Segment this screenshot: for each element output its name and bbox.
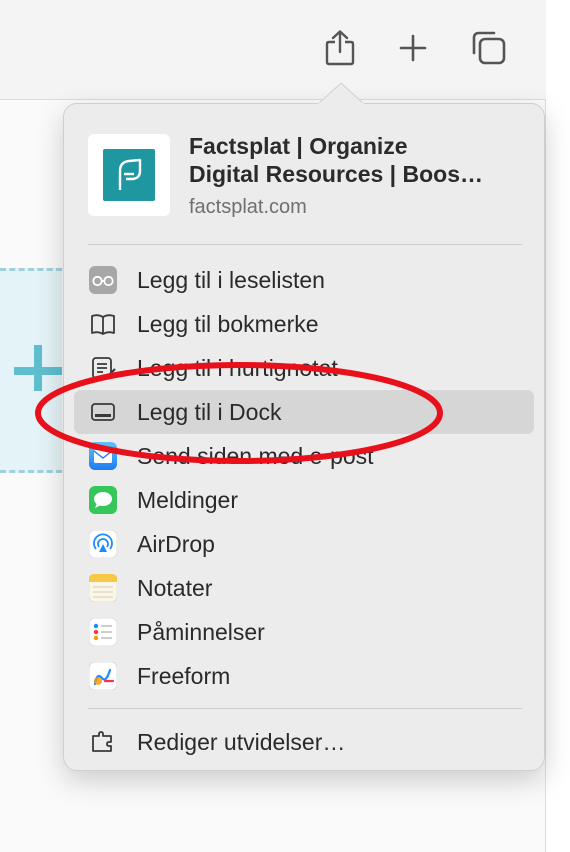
page-title: Factsplat | Organize Digital Resources |…: [189, 132, 529, 188]
divider: [88, 244, 522, 245]
menu-item-label: Send siden med e-post: [137, 443, 374, 469]
menu-item-add-to-dock[interactable]: Legg til i Dock: [74, 390, 534, 434]
quick-note-icon: [89, 354, 117, 382]
menu-item-edit-extensions[interactable]: Rediger utvidelser…: [74, 720, 534, 764]
site-favicon: [88, 134, 170, 216]
page-title-line2: Digital Resources | Boos…: [189, 161, 484, 187]
freeform-icon: [88, 661, 118, 691]
glasses-icon: [89, 266, 117, 294]
menu-item-freeform[interactable]: Freeform: [74, 654, 534, 698]
share-button[interactable]: [320, 28, 360, 68]
menu-item-messages[interactable]: Meldinger: [74, 478, 534, 522]
mail-icon: [89, 442, 117, 470]
menu-item-notes[interactable]: Notater: [74, 566, 534, 610]
share-header: Factsplat | Organize Digital Resources |…: [88, 132, 529, 218]
menu-item-label: Notater: [137, 575, 213, 601]
plus-icon: [14, 345, 62, 391]
menu-item-airdrop[interactable]: AirDrop: [74, 522, 534, 566]
browser-toolbar: [0, 0, 546, 100]
page-title-line1: Factsplat | Organize: [189, 133, 408, 159]
tab-overview-button[interactable]: [469, 28, 509, 68]
share-icon: [325, 30, 355, 66]
notes-icon: [88, 573, 118, 603]
airdrop-icon: [88, 529, 118, 559]
share-menu: Factsplat | Organize Digital Resources |…: [63, 103, 545, 771]
menu-item-label: Påminnelser: [137, 619, 265, 645]
menu-item-quick-note[interactable]: Legg til i hurtignotat: [74, 346, 534, 390]
menu-item-label: Legg til i leselisten: [137, 267, 325, 293]
menu-item-label: Freeform: [137, 663, 231, 689]
dock-icon: [89, 398, 117, 426]
divider: [88, 708, 522, 709]
new-tab-button[interactable]: [393, 28, 433, 68]
page-url: factsplat.com: [189, 196, 307, 218]
menu-item-label: Meldinger: [137, 487, 238, 513]
menu-item-label: AirDrop: [137, 531, 215, 557]
book-icon: [89, 310, 117, 338]
menu-item-label: Legg til i Dock: [137, 399, 282, 425]
add-favorite-tile[interactable]: [0, 268, 62, 473]
menu-item-label: Legg til i hurtignotat: [137, 355, 338, 381]
menu-item-reminders[interactable]: Påminnelser: [74, 610, 534, 654]
messages-icon: [89, 486, 117, 514]
menu-item-reading-list[interactable]: Legg til i leselisten: [74, 258, 534, 302]
factsplat-logo-icon: [118, 158, 142, 190]
menu-item-email[interactable]: Send siden med e-post: [74, 434, 534, 478]
plus-icon: [399, 34, 427, 62]
tabs-overview-icon: [472, 31, 506, 65]
popover-arrow: [318, 82, 364, 106]
reminders-icon: [88, 617, 118, 647]
menu-item-bookmark[interactable]: Legg til bokmerke: [74, 302, 534, 346]
window-edge: [546, 0, 570, 852]
extensions-icon: [89, 728, 117, 756]
menu-item-label: Rediger utvidelser…: [137, 729, 346, 755]
menu-item-label: Legg til bokmerke: [137, 311, 319, 337]
